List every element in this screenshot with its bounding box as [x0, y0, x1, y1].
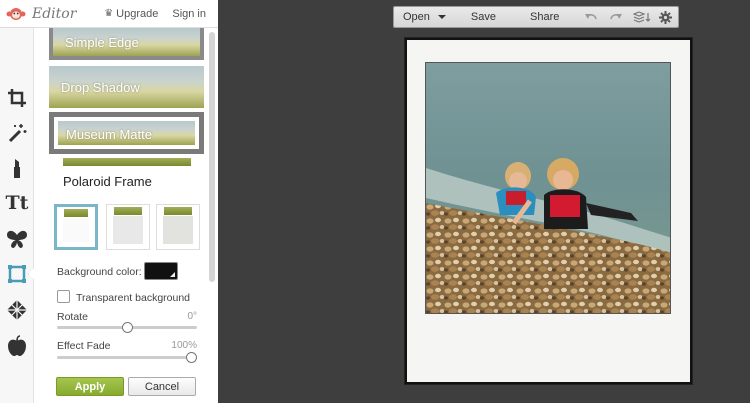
- logo[interactable]: Editor: [0, 6, 76, 22]
- crown-icon: ♛: [104, 8, 114, 19]
- polaroid-variant-gray[interactable]: [106, 204, 150, 250]
- frames-panel: Simple Edge Drop Shadow Museum Matte Pol…: [34, 28, 218, 403]
- open-menu[interactable]: Open: [403, 11, 446, 23]
- panel-scrollbar[interactable]: [209, 32, 215, 282]
- transparent-background-label: Transparent background: [76, 292, 191, 304]
- effect-fade-slider-handle[interactable]: [186, 352, 197, 363]
- frame-option-museum-matte[interactable]: Museum Matte: [49, 112, 204, 154]
- frame-option-simple-edge[interactable]: Simple Edge: [49, 28, 204, 60]
- redo-icon[interactable]: [609, 11, 623, 23]
- frame-option-label: Drop Shadow: [61, 80, 140, 95]
- app-header: Editor ♛ Upgrade Sign in: [0, 0, 218, 28]
- lipstick-icon[interactable]: [4, 155, 30, 181]
- frame-option-label: Simple Edge: [65, 35, 139, 50]
- chevron-down-icon: [437, 15, 446, 19]
- layers-icon[interactable]: [633, 11, 651, 23]
- transparent-background-checkbox[interactable]: [57, 290, 70, 303]
- frame-icon[interactable]: [4, 261, 30, 287]
- effect-fade-slider[interactable]: [57, 352, 197, 363]
- magic-wand-icon[interactable]: [4, 120, 30, 146]
- editor-canvas: Open Save Share: [218, 0, 750, 403]
- polaroid-frame-preview: [405, 38, 692, 384]
- signin-link[interactable]: Sign in: [172, 8, 206, 20]
- cancel-button[interactable]: Cancel: [128, 377, 196, 396]
- crop-icon[interactable]: [4, 85, 30, 111]
- monkey-logo-icon: [6, 7, 26, 21]
- app-title: Editor: [32, 5, 77, 22]
- save-button[interactable]: Save: [471, 11, 496, 23]
- effect-fade-label: Effect Fade: [57, 340, 111, 352]
- undo-icon[interactable]: [584, 11, 598, 23]
- polaroid-thumbnail-strip: [63, 158, 191, 166]
- share-button[interactable]: Share: [530, 11, 559, 23]
- canvas-menubar: Open Save Share: [393, 6, 679, 28]
- rotate-value: 0°: [187, 311, 197, 322]
- effect-fade-value: 100%: [171, 340, 197, 351]
- rotate-slider-handle[interactable]: [121, 322, 133, 333]
- rotate-slider[interactable]: [57, 322, 197, 333]
- apply-button[interactable]: Apply: [56, 377, 124, 396]
- section-title: Polaroid Frame: [63, 174, 152, 189]
- rotate-label: Rotate: [57, 311, 88, 323]
- upgrade-link[interactable]: ♛ Upgrade: [104, 8, 158, 20]
- texture-icon[interactable]: [4, 297, 30, 323]
- edited-photo[interactable]: [425, 62, 671, 314]
- frame-option-drop-shadow[interactable]: Drop Shadow: [49, 66, 204, 108]
- butterfly-icon[interactable]: [4, 226, 30, 252]
- frame-option-label: Museum Matte: [66, 127, 152, 142]
- gear-icon[interactable]: [659, 10, 673, 24]
- text-icon[interactable]: Tt: [4, 190, 30, 216]
- background-color-label: Background color:: [57, 266, 142, 278]
- tool-sidebar: Tt: [0, 28, 34, 403]
- apple-icon[interactable]: [4, 333, 30, 359]
- open-label: Open: [403, 11, 430, 23]
- polaroid-variant-white[interactable]: [54, 204, 98, 250]
- upgrade-label: Upgrade: [116, 7, 159, 20]
- background-color-picker[interactable]: [144, 262, 178, 280]
- polaroid-variant-textured[interactable]: [156, 204, 200, 250]
